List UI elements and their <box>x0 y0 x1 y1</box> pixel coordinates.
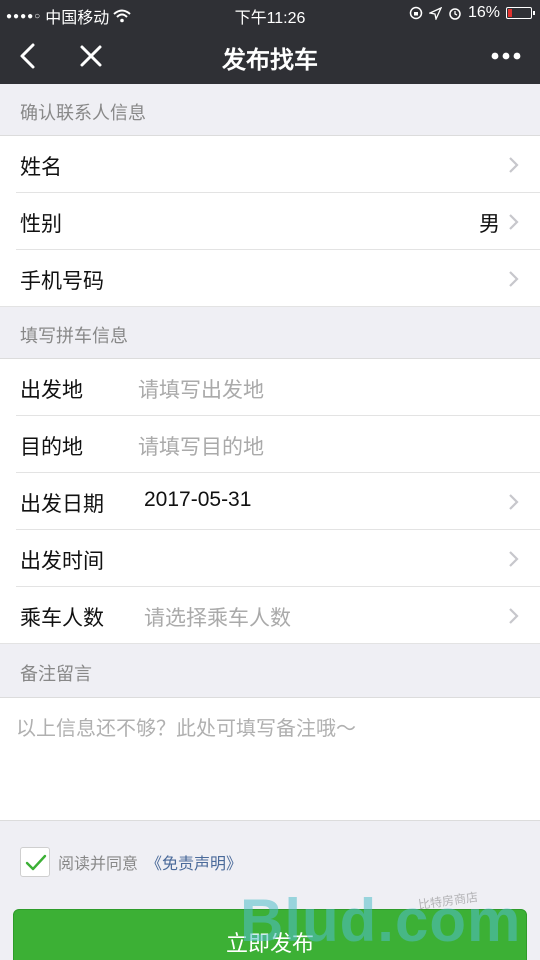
checkmark-icon <box>25 854 47 871</box>
destination-label: 目的地 <box>20 436 83 459</box>
departure-time-label: 出发时间 <box>20 550 104 573</box>
phone-row[interactable]: 手机号码 <box>0 250 540 307</box>
section-header-contact: 确认联系人信息 <box>0 84 540 136</box>
agreement-text: 阅读并同意 <box>58 856 139 873</box>
destination-input[interactable]: 请填写目的地 <box>138 431 264 461</box>
orientation-lock-icon <box>409 6 423 20</box>
alarm-icon <box>449 8 461 20</box>
status-right: 16% <box>409 4 535 22</box>
disclaimer-link[interactable]: 《免责声明》 <box>146 850 242 874</box>
departure-date-row[interactable]: 出发日期 2017-05-31 <box>0 473 540 530</box>
departure-label: 出发地 <box>20 379 83 402</box>
gender-value: 男 <box>479 213 500 236</box>
status-bar: ●●●●○ 中国移动 下午11:26 16% <box>0 0 540 28</box>
page-title: 发布找车 <box>222 47 318 74</box>
agreement-checkbox[interactable] <box>20 847 50 877</box>
remarks-box <box>0 697 540 821</box>
gender-label: 性别 <box>20 213 62 236</box>
chevron-right-icon <box>509 271 519 287</box>
passenger-count-row[interactable]: 乘车人数 请选择乘车人数 <box>0 587 540 644</box>
chevron-right-icon <box>509 494 519 510</box>
passenger-count-label: 乘车人数 <box>20 607 104 630</box>
battery-icon <box>506 7 535 19</box>
departure-date-label: 出发日期 <box>20 493 104 516</box>
chevron-right-icon <box>509 551 519 567</box>
destination-row: 目的地 请填写目的地 <box>0 416 540 473</box>
phone-label: 手机号码 <box>20 270 104 293</box>
remarks-textarea[interactable] <box>16 712 524 808</box>
chevron-right-icon <box>509 157 519 173</box>
name-row[interactable]: 姓名 <box>0 136 540 193</box>
section-header-trip: 填写拼车信息 <box>0 307 540 359</box>
passenger-count-select[interactable]: 请选择乘车人数 <box>144 602 291 632</box>
location-arrow-icon <box>428 6 442 20</box>
chevron-right-icon <box>509 608 519 624</box>
departure-date-value: 2017-05-31 <box>144 488 252 511</box>
section-header-remarks: 备注留言 <box>20 664 92 684</box>
departure-input[interactable]: 请填写出发地 <box>138 374 264 404</box>
battery-percent: 16% <box>467 4 500 21</box>
name-label: 姓名 <box>20 156 62 179</box>
agreement-row: 阅读并同意 《免责声明》 <box>20 846 242 878</box>
departure-time-row[interactable]: 出发时间 <box>0 530 540 587</box>
more-options-icon[interactable] <box>490 46 522 66</box>
watermark: Blud.com <box>240 887 522 954</box>
gender-row[interactable]: 性别 男 <box>0 193 540 250</box>
departure-row: 出发地 请填写出发地 <box>0 359 540 416</box>
chevron-right-icon <box>509 214 519 230</box>
nav-bar: 发布找车 <box>0 28 540 84</box>
